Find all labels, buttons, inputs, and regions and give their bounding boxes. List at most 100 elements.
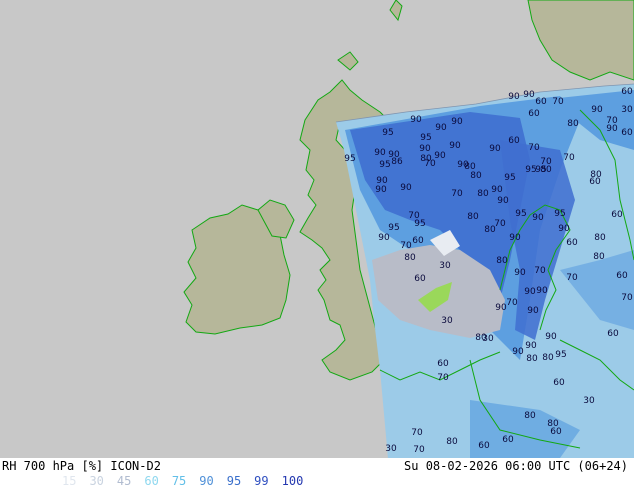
contour-label: 80 <box>593 252 605 262</box>
contour-label: 60 <box>621 128 633 138</box>
contour-label: 70 <box>566 273 578 283</box>
contour-label: 80 <box>590 170 602 180</box>
contour-label: 70 <box>563 153 575 163</box>
contour-label: 60 <box>508 136 520 146</box>
legend-value: 60 <box>144 474 159 488</box>
contour-label: 70 <box>400 241 412 251</box>
contour-label: 30 <box>482 334 494 344</box>
legend-value: 100 <box>281 474 304 488</box>
contour-label: 90 <box>491 185 503 195</box>
contour-label: 80 <box>470 171 482 181</box>
contour-label: 90 <box>410 115 422 125</box>
contour-label: 95 <box>420 133 431 143</box>
contour-label: 95 <box>525 165 536 175</box>
contour-label: 90 <box>489 144 501 154</box>
contour-label: 90 <box>558 224 570 234</box>
contour-label: 30 <box>385 444 397 454</box>
contour-label: 90 <box>495 303 507 313</box>
contour-label: 80 <box>477 189 489 199</box>
contour-label: 90 <box>375 185 387 195</box>
contour-label: 90 <box>606 124 618 134</box>
contour-label: 90 <box>545 332 557 342</box>
rh-map: 9060 706090 307080609090909095 959060709060… <box>0 0 634 458</box>
contour-label: 60 <box>616 271 628 281</box>
contour-label: 80 <box>446 437 458 447</box>
contour-label: 60 <box>412 236 424 246</box>
contour-label: 95 <box>414 219 425 229</box>
contour-label: 80 <box>467 212 479 222</box>
map-title: RH 700 hPa [%] ICON-D2 <box>2 459 161 473</box>
contour-label: 60 <box>607 329 619 339</box>
contour-label: 95 <box>379 160 390 170</box>
contour-label: 90 <box>449 141 461 151</box>
contour-label: 60 <box>437 359 449 369</box>
contour-label: 70 <box>534 266 546 276</box>
contour-label: 90 <box>524 287 536 297</box>
contour-label: 30 <box>441 316 453 326</box>
legend-value: 30 <box>89 474 104 488</box>
contour-label: 80 <box>594 233 606 243</box>
contour-label: 30 <box>583 396 595 406</box>
contour-label: 90 <box>525 341 537 351</box>
contour-label: 60 <box>414 274 426 284</box>
legend-value: 75 <box>171 474 187 488</box>
contour-label: 60 <box>553 378 565 388</box>
contour-label: 90 <box>527 306 539 316</box>
contour-label: 90 <box>451 117 463 127</box>
legend-value: 15 <box>62 474 77 488</box>
contour-label: 70 <box>552 97 564 107</box>
contour-label: 70 <box>506 298 518 308</box>
contour-label: 90 <box>497 196 509 206</box>
contour-label: 60 <box>611 210 623 220</box>
legend-value: 45 <box>116 474 132 488</box>
valid-time: Su 08-02-2026 06:00 UTC (06+24) <box>404 459 628 473</box>
contour-label: 90 <box>514 268 526 278</box>
contour-label: 90 <box>434 151 446 161</box>
contour-label: 70 <box>451 189 463 199</box>
contour-label: 80 <box>524 411 536 421</box>
contour-label: 95 <box>382 128 393 138</box>
contour-label: 70 <box>494 219 506 229</box>
contour-label: 60 <box>502 435 514 445</box>
contour-label: 90 <box>388 150 400 160</box>
legend-value: 99 <box>254 474 269 488</box>
contour-label: 95 <box>555 350 566 360</box>
legend-value: 95 <box>226 474 242 488</box>
contour-label: 90 <box>512 347 524 357</box>
contour-label: 70 <box>424 159 436 169</box>
contour-label: 70 <box>437 373 449 383</box>
contour-label: 70 <box>528 143 540 153</box>
contour-label: 60 <box>621 87 633 97</box>
contour-label: 90 <box>374 148 386 158</box>
contour-label: 95 <box>504 173 515 183</box>
contour-label: 80 <box>542 353 554 363</box>
contour-label: 95 <box>515 209 526 219</box>
contour-label: 95 <box>535 165 546 175</box>
contour-label: 30 <box>621 105 633 115</box>
contour-label: 90 <box>419 144 431 154</box>
contour-label: 90 <box>400 183 412 193</box>
contour-label: 60 <box>566 238 578 248</box>
contour-label: 95 <box>344 154 355 164</box>
contour-label: 90 <box>435 123 447 133</box>
contour-label: 80 <box>496 256 508 266</box>
contour-label: 70 <box>413 445 425 455</box>
contour-label: 90 <box>378 233 390 243</box>
color-legend: 15 30 45 60 75 90 95 99 100 <box>62 474 316 488</box>
contour-label: 30 <box>439 261 451 271</box>
contour-label: 70 <box>411 428 423 438</box>
legend-value: 90 <box>199 474 214 488</box>
contour-label: 90 <box>536 286 548 296</box>
contour-label: 80 <box>567 119 579 129</box>
contour-label: 95 <box>388 223 399 233</box>
contour-label: 60 <box>478 441 490 451</box>
map-footer: RH 700 hPa [%] ICON-D2 Su 08-02-2026 06:… <box>0 458 634 490</box>
contour-label: 60 <box>528 109 540 119</box>
contour-label: 90 <box>532 213 544 223</box>
contour-label: 90 <box>457 160 469 170</box>
contour-label: 90 <box>508 92 520 102</box>
contour-label: 60 <box>535 97 547 107</box>
contour-label: 95 <box>554 209 565 219</box>
contour-label: 90 <box>523 90 535 100</box>
contour-label: 90 <box>591 105 603 115</box>
